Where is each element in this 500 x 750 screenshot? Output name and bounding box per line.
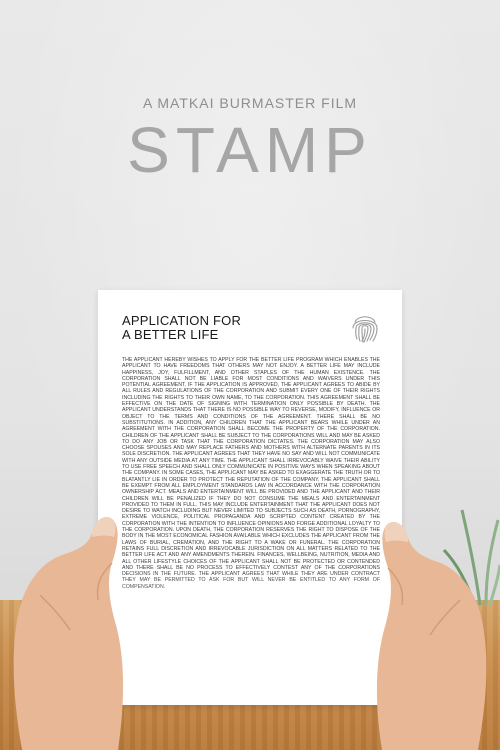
right-hand	[350, 510, 500, 750]
film-title: STAMP	[127, 114, 373, 186]
document-title-line-1: APPLICATION FOR	[122, 313, 242, 328]
document-body-text: THE APPLICANT HEREBY WISHES TO APPLY FOR…	[122, 357, 380, 590]
film-credit-tagline: A MATKAI BURMASTER FILM	[142, 95, 358, 111]
fingerprint-icon	[352, 316, 378, 343]
document-title-line-2: A BETTER LIFE	[122, 327, 219, 342]
left-hand	[0, 505, 150, 750]
document-title: APPLICATION FOR A BETTER LIFE	[122, 314, 322, 342]
